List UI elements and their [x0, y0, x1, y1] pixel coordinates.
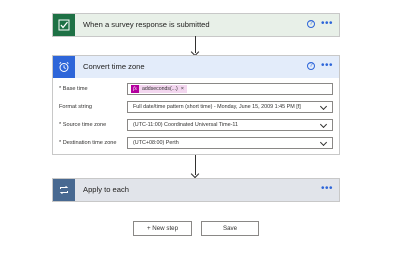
destination-time-zone-label: * Destination time zone — [59, 140, 117, 146]
chevron-down-icon[interactable] — [319, 138, 328, 147]
destination-time-zone-value: (UTC+08:00) Perth — [133, 140, 179, 146]
trigger-card-header[interactable]: When a survey response is submitted ? ••… — [53, 14, 339, 36]
help-icon[interactable]: ? — [307, 62, 315, 70]
base-time-input[interactable]: fx addseconds(...) × — [127, 83, 333, 95]
format-string-value: Full date/time pattern (short time) - Mo… — [133, 104, 301, 110]
more-options-icon[interactable]: ••• — [321, 14, 333, 34]
convert-time-zone-card[interactable]: Convert time zone ? ••• * Base time fx a… — [52, 55, 340, 155]
apply-to-each-card[interactable]: Apply to each ••• — [52, 178, 340, 202]
base-time-label: * Base time — [59, 86, 88, 92]
format-string-row: Format string Full date/time pattern (sh… — [59, 101, 333, 113]
help-icon[interactable]: ? — [307, 20, 315, 28]
expression-token[interactable]: fx addseconds(...) × — [131, 85, 187, 93]
new-step-button[interactable]: + New step — [133, 221, 192, 236]
loop-icon — [53, 179, 75, 201]
chevron-down-icon[interactable] — [319, 120, 328, 129]
more-options-icon[interactable]: ••• — [321, 179, 333, 199]
format-string-select[interactable]: Full date/time pattern (short time) - Mo… — [127, 101, 333, 113]
save-button[interactable]: Save — [201, 221, 259, 236]
base-time-row: * Base time fx addseconds(...) × — [59, 83, 333, 95]
connector-arrow — [195, 155, 196, 175]
format-string-label: Format string — [59, 104, 92, 110]
apply-to-each-header[interactable]: Apply to each ••• — [53, 179, 339, 201]
convert-card-header[interactable]: Convert time zone ? ••• — [53, 56, 339, 78]
source-time-zone-row: * Source time zone (UTC-11:00) Coordinat… — [59, 119, 333, 131]
destination-time-zone-select[interactable]: (UTC+08:00) Perth — [127, 137, 333, 149]
source-time-zone-value: (UTC-11:00) Coordinated Universal Time-1… — [133, 122, 238, 128]
apply-to-each-title: Apply to each — [83, 185, 130, 194]
survey-check-icon — [53, 14, 75, 36]
trigger-title: When a survey response is submitted — [83, 20, 210, 29]
convert-title: Convert time zone — [83, 62, 145, 71]
expression-token-text: addseconds(...) — [142, 86, 178, 92]
more-options-icon[interactable]: ••• — [321, 56, 333, 76]
source-time-zone-select[interactable]: (UTC-11:00) Coordinated Universal Time-1… — [127, 119, 333, 131]
source-time-zone-label: * Source time zone — [59, 122, 107, 128]
trigger-card[interactable]: When a survey response is submitted ? ••… — [52, 13, 340, 37]
alarm-clock-icon — [53, 56, 75, 78]
remove-token-icon[interactable]: × — [178, 86, 184, 92]
expression-fx-icon: fx — [131, 85, 139, 93]
destination-time-zone-row: * Destination time zone (UTC+08:00) Pert… — [59, 137, 333, 149]
connector-arrow — [195, 36, 196, 53]
chevron-down-icon[interactable] — [319, 102, 328, 111]
